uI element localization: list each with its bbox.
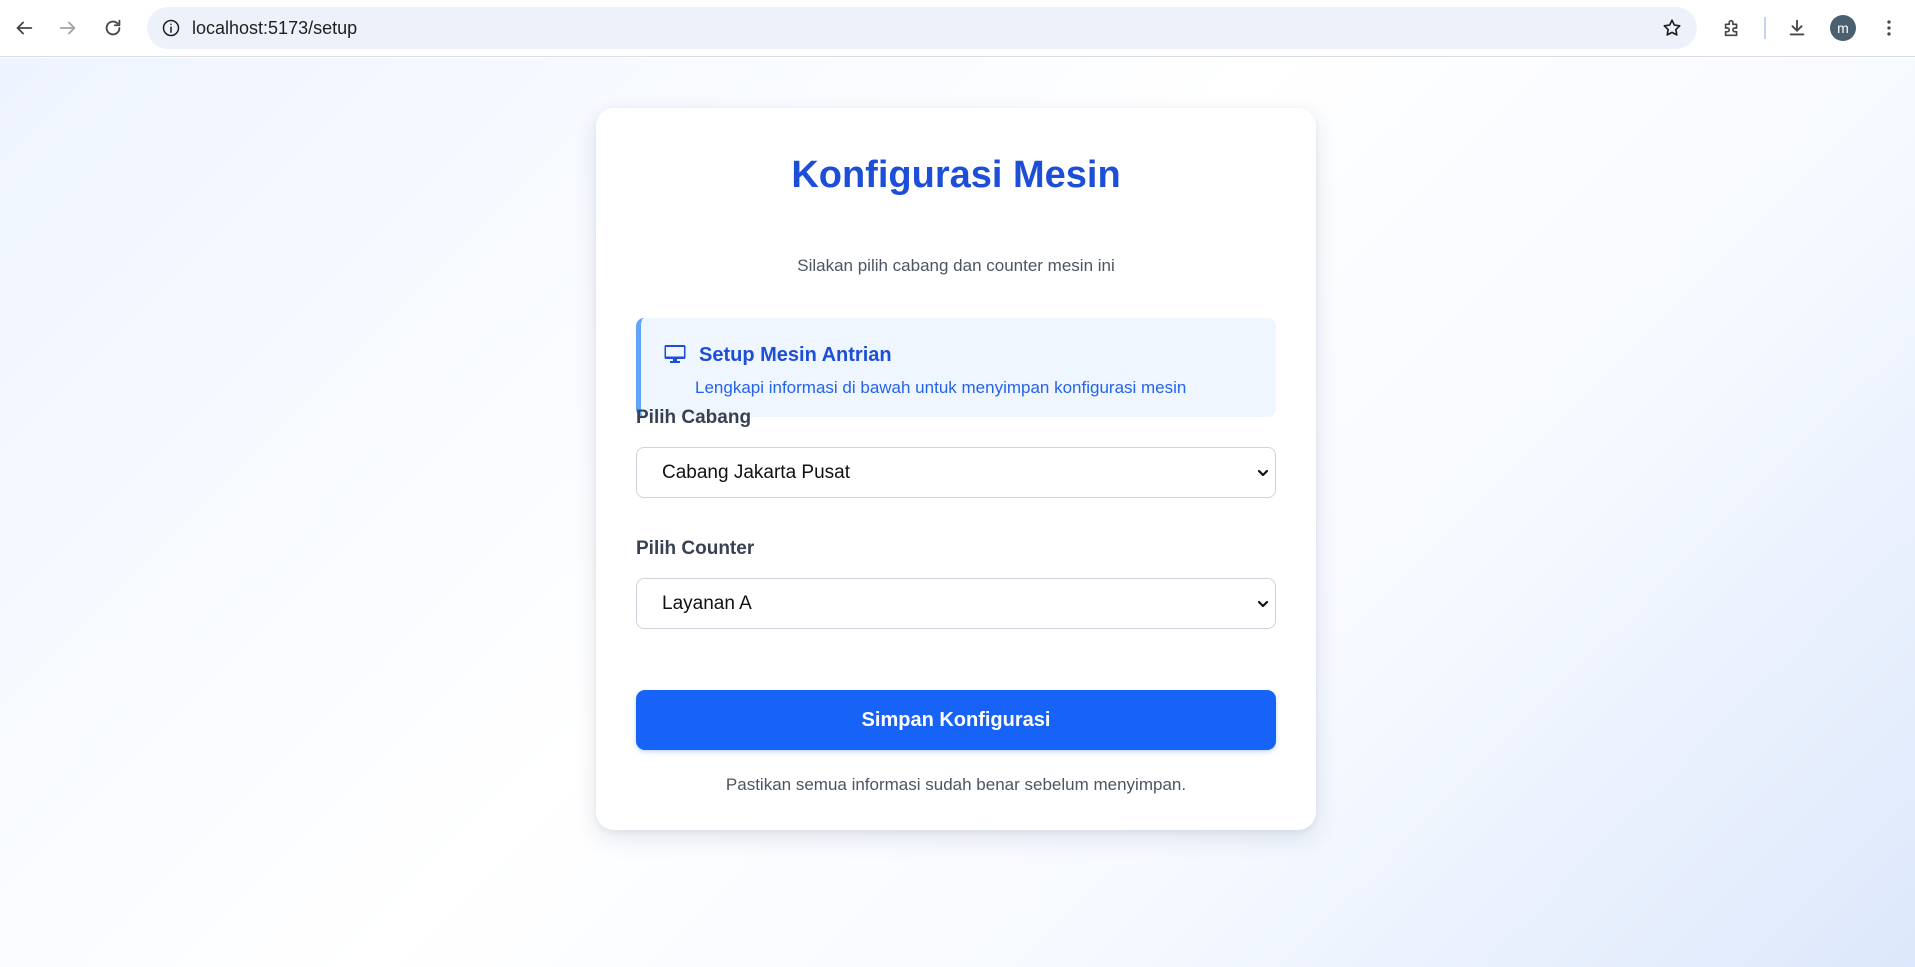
browser-toolbar: localhost:5173/setup m <box>0 0 1915 57</box>
save-config-button[interactable]: Simpan Konfigurasi <box>636 690 1276 750</box>
branch-select-value: Cabang Jakarta Pusat <box>662 462 851 483</box>
monitor-icon <box>664 345 686 363</box>
address-bar[interactable]: localhost:5173/setup <box>147 7 1697 49</box>
counter-select-value: Layanan A <box>662 593 752 614</box>
star-icon[interactable] <box>1659 15 1685 41</box>
page-title: Konfigurasi Mesin <box>791 154 1121 196</box>
profile-avatar[interactable]: m <box>1830 15 1856 41</box>
info-icon[interactable] <box>157 14 185 42</box>
forward-arrow-icon[interactable] <box>51 11 85 45</box>
page-subtitle: Silakan pilih cabang dan counter mesin i… <box>797 256 1115 275</box>
branch-label: Pilih Cabang <box>636 407 752 428</box>
puzzle-icon[interactable] <box>1715 11 1749 45</box>
page-background: Konfigurasi Mesin Silakan pilih cabang d… <box>0 58 1915 967</box>
url-text[interactable]: localhost:5173/setup <box>192 18 357 38</box>
toolbar-divider <box>1764 17 1766 39</box>
counter-select[interactable]: Layanan A <box>636 578 1276 629</box>
branch-select[interactable]: Cabang Jakarta Pusat <box>636 447 1276 498</box>
kebab-menu-icon[interactable] <box>1872 11 1906 45</box>
chevron-down-icon <box>1257 600 1269 608</box>
counter-label: Pilih Counter <box>636 538 755 559</box>
info-description: Lengkapi informasi di bawah untuk menyim… <box>695 378 1187 397</box>
chevron-down-icon <box>1257 469 1269 477</box>
footnote: Pastikan semua informasi sudah benar seb… <box>725 775 1187 794</box>
reload-icon[interactable] <box>96 11 130 45</box>
info-callout: Setup Mesin Antrian Lengkapi informasi d… <box>636 318 1276 417</box>
config-card: Konfigurasi Mesin Silakan pilih cabang d… <box>596 108 1316 830</box>
download-icon[interactable] <box>1780 11 1814 45</box>
info-title: Setup Mesin Antrian <box>699 344 892 366</box>
back-arrow-icon[interactable] <box>7 11 41 45</box>
